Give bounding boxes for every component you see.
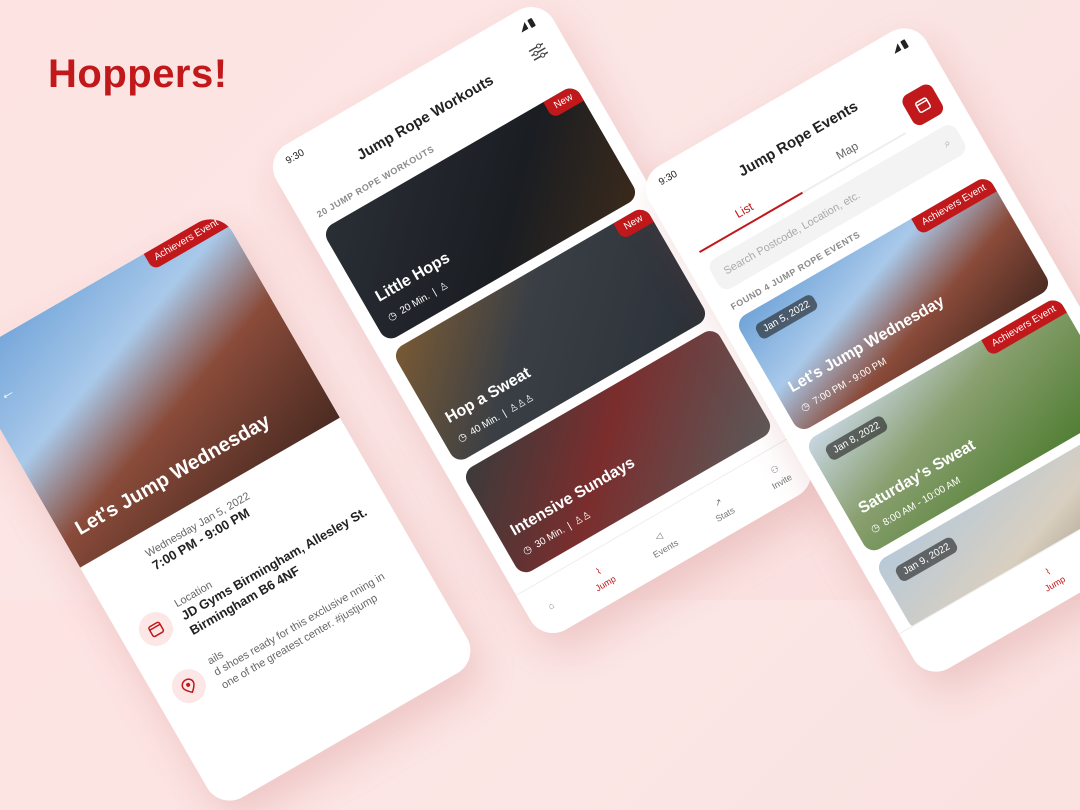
clock-icon: ◷	[456, 430, 470, 445]
invite-icon: ⚇	[768, 463, 781, 476]
chart-icon: ↗	[712, 496, 724, 509]
back-icon[interactable]: ←	[0, 382, 19, 406]
clock-icon: ◷	[869, 521, 883, 536]
location-pin-icon	[165, 662, 213, 710]
status-time: 9:30	[284, 147, 307, 167]
megaphone-icon: ◁	[653, 530, 665, 543]
event-badge: Achievers Event	[143, 209, 230, 271]
person-icon: ♙♙♙	[507, 392, 537, 416]
event-hero-image: ← Achievers Event Let's Jump Wednesday	[0, 209, 340, 568]
home-icon: ⌂	[545, 599, 556, 611]
signal-icon	[518, 22, 529, 33]
jump-rope-icon: ⌇	[1043, 566, 1053, 578]
meta-separator: |	[565, 520, 574, 532]
workout-duration: 20 Min.	[398, 290, 432, 317]
event-date: Jan 9, 2022	[893, 535, 960, 584]
tab-jump-label: Jump	[593, 573, 618, 594]
tab-invite[interactable]: ⚇ Invite	[763, 460, 794, 491]
page-title: Jump Rope Events	[735, 98, 861, 181]
workout-duration: 40 Min.	[468, 412, 502, 439]
event-date: Jan 5, 2022	[753, 292, 820, 341]
calendar-button[interactable]	[899, 81, 946, 128]
tab-events[interactable]: ◁ Events	[644, 525, 680, 560]
tab-stats[interactable]: ↗ Stats	[707, 493, 736, 524]
person-icon: ♙	[437, 280, 451, 295]
signal-icon	[891, 43, 902, 54]
battery-icon	[899, 38, 909, 49]
clock-icon: ◷	[799, 400, 813, 415]
event-badge: Achievers Event	[910, 174, 997, 236]
calendar-icon	[132, 605, 180, 653]
meta-separator: |	[430, 287, 439, 298]
tab-home[interactable]: ⌂	[546, 600, 557, 614]
clock-icon: ◷	[386, 309, 400, 324]
jump-rope-icon: ⌇	[594, 565, 604, 577]
new-badge: New	[613, 205, 654, 240]
brand-title: Hoppers!	[48, 52, 228, 96]
new-badge: New	[543, 84, 584, 119]
calendar-icon	[915, 97, 931, 113]
workout-duration: 30 Min.	[533, 524, 567, 551]
battery-icon	[526, 17, 536, 28]
clock-icon: ◷	[521, 543, 535, 558]
person-icon: ♙♙	[572, 509, 594, 528]
event-date: Jan 8, 2022	[823, 414, 890, 462]
meta-separator: |	[500, 408, 509, 420]
search-icon: ⌕	[941, 136, 953, 150]
tab-jump-label: Jump	[1042, 573, 1068, 594]
status-time: 9:30	[657, 168, 680, 189]
tab-jump[interactable]: ⌇ Jump	[1036, 562, 1068, 594]
tab-events-label: Events	[651, 537, 681, 561]
tab-jump[interactable]: ⌇ Jump	[587, 562, 618, 594]
